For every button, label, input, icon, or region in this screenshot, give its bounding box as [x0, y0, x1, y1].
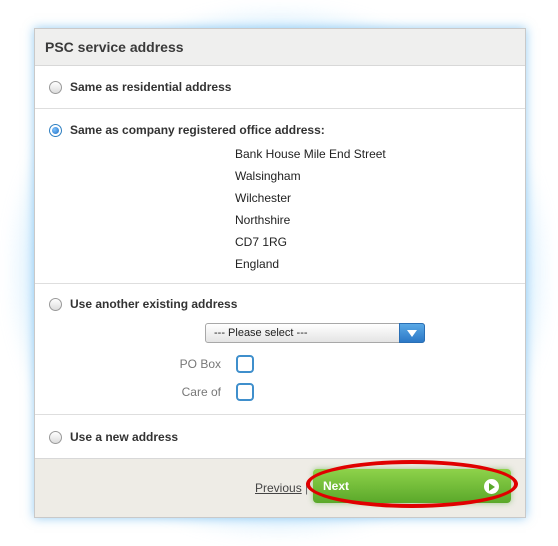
po-box-checkbox[interactable] [236, 355, 254, 373]
option-registered-office-label: Same as company registered office addres… [70, 123, 325, 137]
existing-address-select[interactable]: --- Please select --- [205, 323, 425, 343]
option-new-address-section: Use a new address [35, 415, 525, 459]
address-line: Wilchester [235, 191, 292, 205]
registered-office-address: Bank House Mile End Street Walsingham Wi… [35, 143, 525, 275]
option-new-address-label: Use a new address [70, 430, 179, 444]
option-residential[interactable]: Same as residential address [35, 66, 525, 108]
panel-footer: Previous | Next [35, 458, 525, 517]
address-line: Walsingham [235, 169, 301, 183]
option-registered-office-section: Same as company registered office addres… [35, 109, 525, 284]
address-line: Northshire [235, 213, 291, 227]
option-existing-section: Use another existing address --- Please … [35, 284, 525, 415]
arrow-right-icon [484, 479, 499, 494]
previous-link[interactable]: Previous [255, 481, 302, 495]
select-value: --- Please select --- [214, 327, 308, 339]
po-box-label: PO Box [179, 357, 221, 371]
psc-service-address-panel: PSC service address Same as residential … [34, 28, 526, 518]
address-line: CD7 1RG [235, 235, 288, 249]
option-residential-label: Same as residential address [70, 80, 232, 94]
radio-residential[interactable] [49, 80, 62, 94]
care-of-checkbox[interactable] [236, 383, 254, 401]
option-existing-label: Use another existing address [70, 297, 238, 311]
option-new-address[interactable]: Use a new address [35, 415, 525, 459]
care-of-label: Care of [181, 385, 221, 399]
address-line: Bank House Mile End Street [235, 147, 386, 161]
next-button[interactable]: Next [313, 469, 511, 503]
next-button-label: Next [323, 479, 350, 493]
option-residential-section: Same as residential address [35, 66, 525, 109]
address-line: England [235, 257, 280, 271]
radio-registered-office[interactable] [49, 123, 62, 137]
option-existing[interactable]: Use another existing address [35, 284, 525, 324]
chevron-down-icon[interactable] [399, 323, 425, 343]
footer-separator: | [305, 481, 309, 495]
radio-existing[interactable] [49, 297, 62, 311]
panel-title: PSC service address [35, 29, 525, 66]
radio-new-address[interactable] [49, 430, 62, 444]
